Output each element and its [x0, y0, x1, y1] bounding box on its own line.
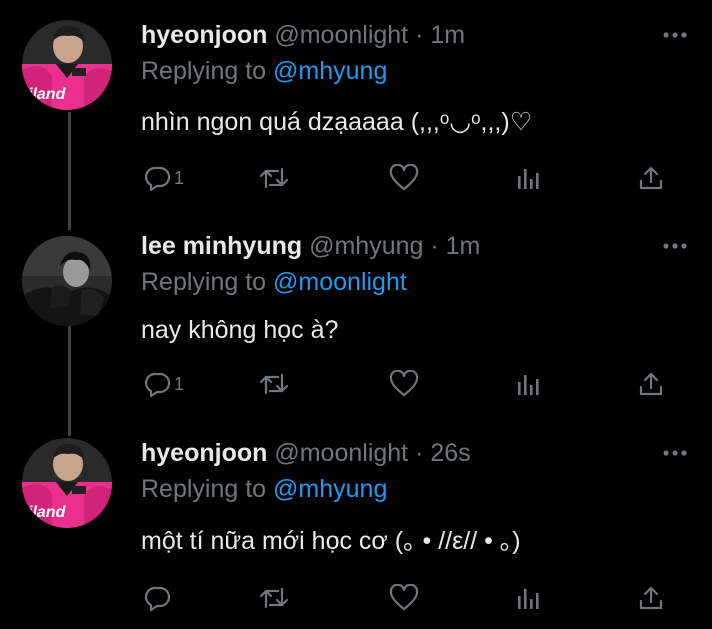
timestamp[interactable]: 1m: [430, 21, 465, 49]
tweet-text: nhìn ngon quá dzạaaaa (,,,ᵒ◡ᵒ,,,)♡: [141, 108, 533, 136]
replying-to: Replying to @mhyung: [141, 56, 387, 86]
tweet-text: nay không học à?: [141, 316, 339, 344]
retweet-button[interactable]: [258, 580, 290, 616]
retweet-icon: [259, 373, 289, 395]
avatar[interactable]: iland: [22, 438, 112, 528]
share-button[interactable]: [637, 580, 665, 616]
display-name[interactable]: hyeonjoon: [141, 439, 267, 467]
monochrome-avatar-image: [22, 236, 112, 326]
share-icon: [639, 166, 663, 190]
user-handle[interactable]: @moonlight: [274, 21, 408, 49]
reply-button[interactable]: 1: [143, 160, 184, 196]
like-button[interactable]: [389, 160, 419, 196]
views-icon: [518, 589, 539, 609]
mention-link[interactable]: @mhyung: [273, 57, 387, 85]
tweet-actions: 1: [0, 160, 712, 196]
replying-to: Replying to @mhyung: [141, 474, 387, 504]
like-button[interactable]: [389, 366, 419, 402]
user-handle[interactable]: @moonlight: [274, 439, 408, 467]
more-icon[interactable]: [662, 241, 688, 251]
avatar[interactable]: iland: [22, 20, 112, 110]
views-button[interactable]: [514, 366, 542, 402]
tweet-header: hyeonjoon @moonlight · 26s: [141, 438, 471, 468]
pink-jersey-avatar-image: iland: [22, 438, 112, 528]
like-button[interactable]: [389, 580, 419, 616]
pink-jersey-avatar-image: iland: [22, 20, 112, 110]
share-button[interactable]: [637, 366, 665, 402]
retweet-button[interactable]: [258, 366, 290, 402]
views-icon: [518, 375, 539, 395]
retweet-icon: [259, 167, 289, 189]
retweet-icon: [259, 587, 289, 609]
tweet-text: một tí nữa mới học cơ (｡ • //ε// • ｡): [141, 527, 521, 555]
more-icon[interactable]: [662, 30, 688, 40]
tweet-actions: 1: [0, 366, 712, 402]
views-button[interactable]: [514, 160, 542, 196]
reply-button[interactable]: 1: [143, 366, 184, 402]
user-handle[interactable]: @mhyung: [309, 232, 423, 260]
replying-to: Replying to @moonlight: [141, 267, 407, 297]
display-name[interactable]: lee minhyung: [141, 232, 302, 260]
separator-dot: ·: [430, 232, 439, 260]
heart-icon: [389, 370, 419, 397]
more-icon[interactable]: [662, 448, 688, 458]
tweet-header: lee minhyung @mhyung · 1m: [141, 231, 480, 261]
replying-to-label: Replying to: [141, 475, 267, 503]
avatar[interactable]: [22, 236, 112, 326]
separator-dot: ·: [415, 21, 424, 49]
timestamp[interactable]: 26s: [430, 439, 470, 467]
reply-icon: [144, 166, 171, 192]
replying-to-label: Replying to: [141, 57, 267, 85]
reply-count: 1: [174, 373, 185, 394]
heart-icon: [389, 164, 419, 191]
reply-count: 1: [174, 167, 185, 188]
views-button[interactable]: [514, 580, 542, 616]
display-name[interactable]: hyeonjoon: [141, 21, 267, 49]
heart-icon: [389, 584, 419, 611]
separator-dot: ·: [415, 439, 424, 467]
tweet-header: hyeonjoon @moonlight · 1m: [141, 20, 465, 50]
replying-to-label: Replying to: [141, 268, 267, 296]
reply-icon: [144, 372, 171, 398]
avatar-jersey-text: iland: [28, 86, 67, 103]
mention-link[interactable]: @mhyung: [273, 475, 387, 503]
share-icon: [639, 586, 663, 610]
share-icon: [639, 372, 663, 396]
tweet-actions: [0, 580, 712, 616]
retweet-button[interactable]: [258, 160, 290, 196]
mention-link[interactable]: @moonlight: [273, 268, 407, 296]
avatar-jersey-text: iland: [28, 504, 67, 521]
reply-button[interactable]: [143, 580, 174, 616]
share-button[interactable]: [637, 160, 665, 196]
views-icon: [518, 169, 539, 189]
reply-icon: [144, 586, 171, 612]
timestamp[interactable]: 1m: [446, 232, 481, 260]
